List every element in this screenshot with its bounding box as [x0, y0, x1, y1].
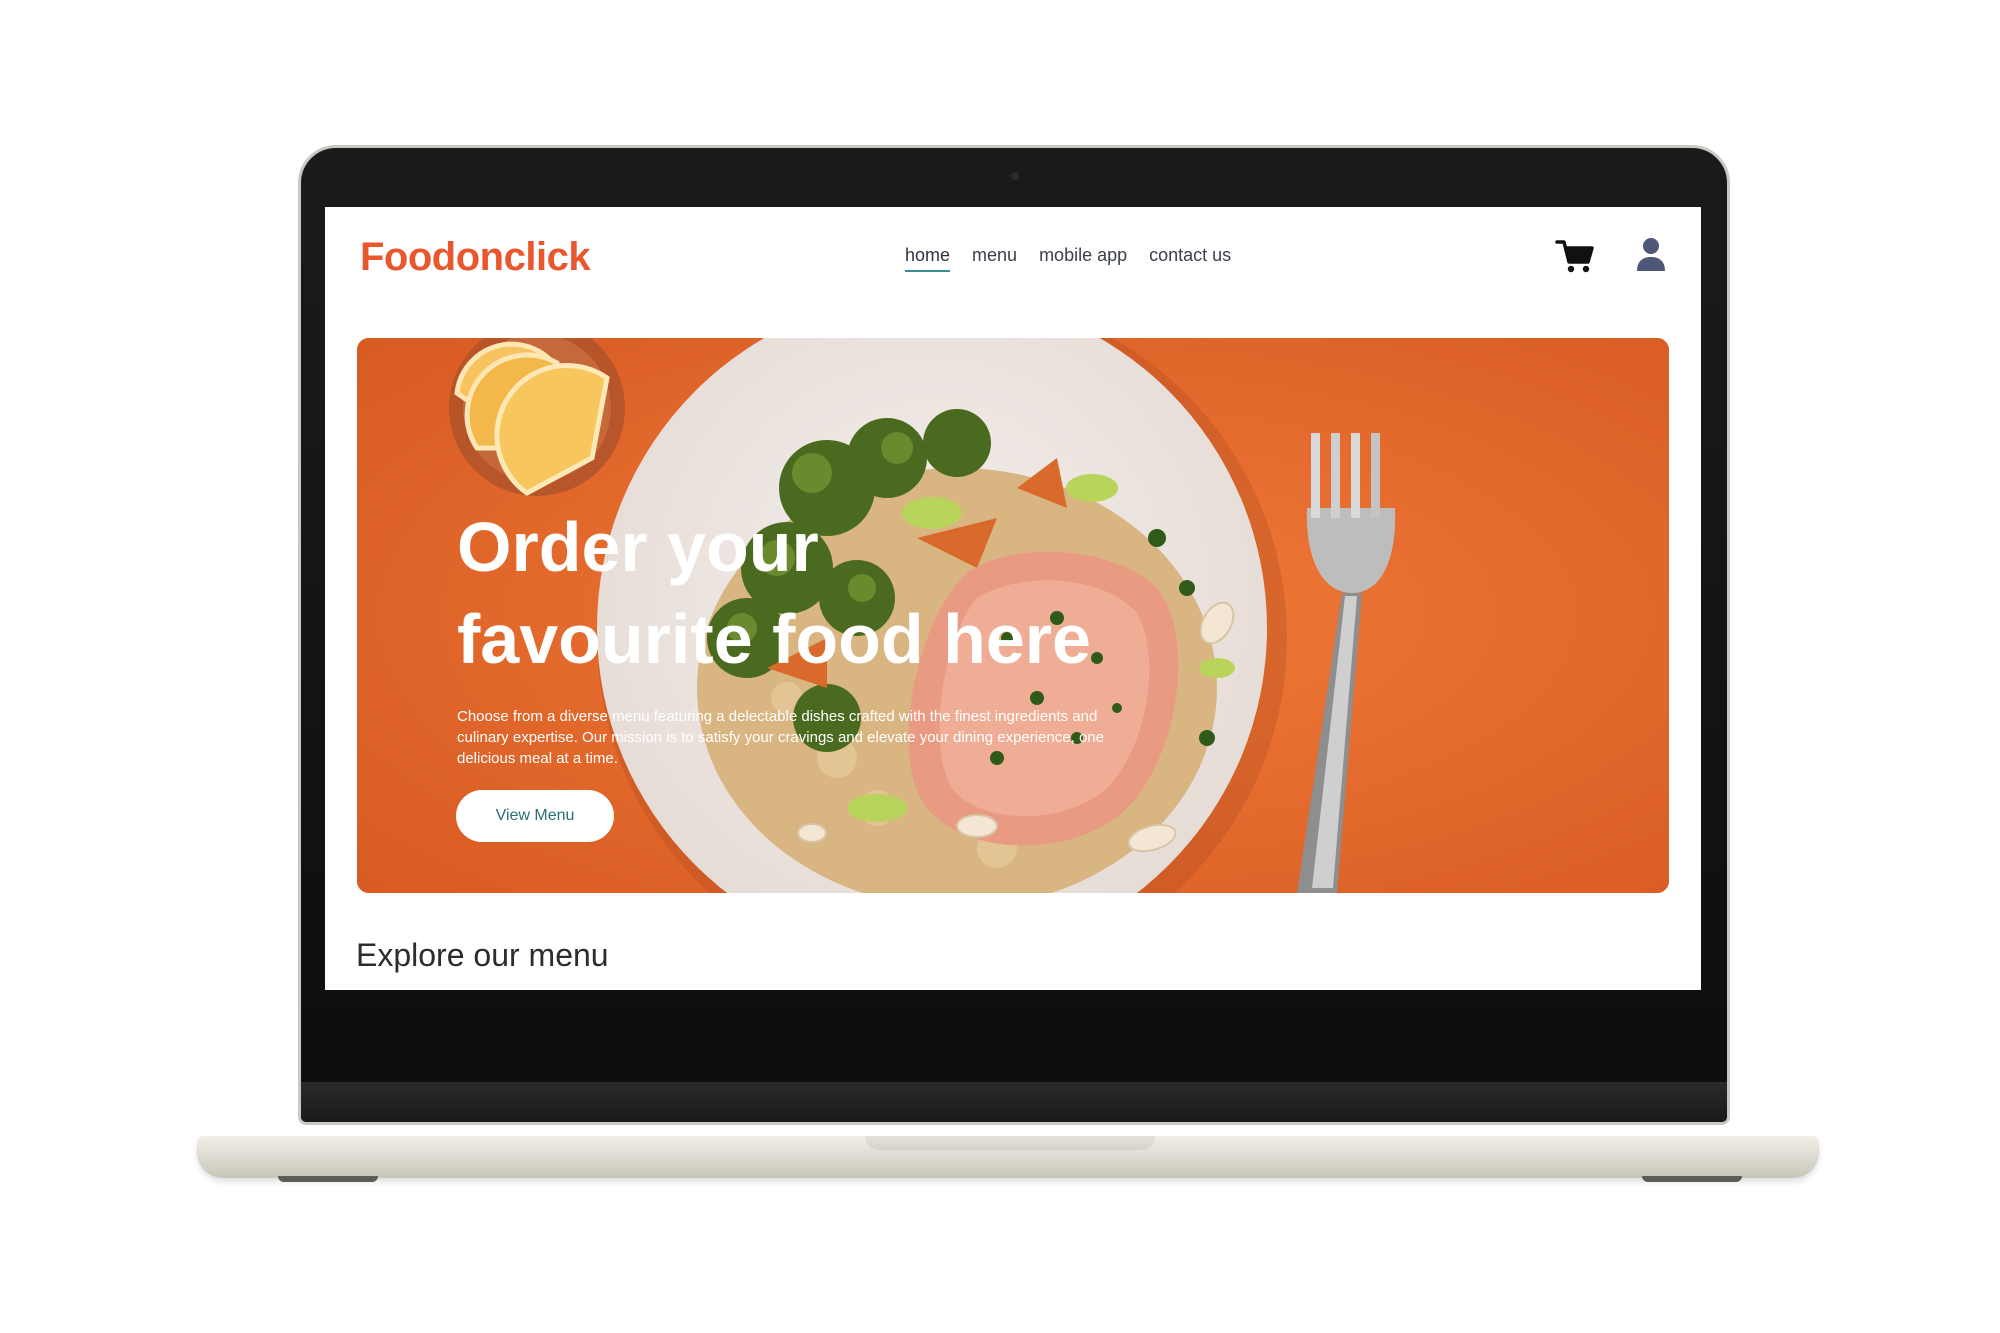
- browser-screen: Foodonclick home menu mobile app contact…: [325, 207, 1701, 990]
- hero-description: Choose from a diverse menu featuring a d…: [457, 708, 1104, 767]
- laptop-mockup-stage: Foodonclick home menu mobile app contact…: [0, 0, 2000, 1333]
- explore-menu-heading: Explore our menu: [356, 937, 609, 973]
- navbar: Foodonclick home menu mobile app contact…: [325, 207, 1701, 307]
- nav-link-home[interactable]: home: [905, 245, 951, 272]
- hero-title: Order your favourite food here: [457, 501, 1217, 685]
- laptop-foot-right: [1642, 1176, 1742, 1182]
- user-icon[interactable]: [1635, 235, 1667, 275]
- nav-link-mobile-app[interactable]: mobile app: [1039, 245, 1127, 272]
- hero-title-line-1: Order your: [457, 508, 819, 586]
- nav-link-menu[interactable]: menu: [972, 245, 1017, 272]
- laptop-base: [197, 1136, 1819, 1178]
- nav-link-contact-us[interactable]: contact us: [1149, 245, 1231, 272]
- site-logo[interactable]: Foodonclick: [360, 235, 591, 280]
- camera: [1011, 172, 1019, 180]
- hero-title-line-2: favourite food here: [457, 600, 1091, 678]
- cart-icon[interactable]: [1555, 237, 1595, 277]
- view-menu-button[interactable]: View Menu: [456, 790, 614, 842]
- laptop-foot-left: [278, 1176, 378, 1182]
- nav-links: home menu mobile app contact us: [905, 245, 1231, 272]
- lid-hinge-strip: [301, 1082, 1727, 1122]
- laptop-base-notch: [865, 1136, 1155, 1150]
- hero-banner: Order your favourite food here Choose fr…: [357, 338, 1669, 893]
